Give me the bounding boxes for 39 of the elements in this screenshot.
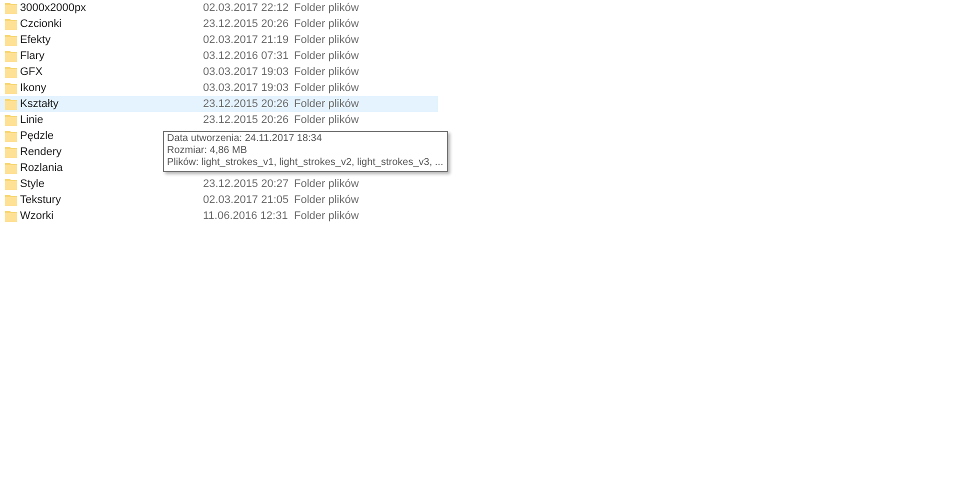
modified-date: 02.03.2017 21:19 [203, 34, 290, 46]
modified-date: 03.03.2017 19:03 [203, 82, 290, 94]
modified-date: 03.03.2017 19:03 [203, 66, 290, 78]
file-name: Flary [20, 50, 44, 62]
tooltip-line: Rozmiar: 4,86 MB [167, 145, 248, 157]
modified-date: 11.06.2016 12:31 [203, 210, 289, 222]
file-name: Wzorki [20, 210, 54, 222]
file-name: Tekstury [20, 194, 61, 206]
file-name: Czcionki [20, 18, 62, 30]
file-type: Folder plików [294, 66, 359, 78]
file-type: Folder plików [294, 114, 359, 126]
file-type: Folder plików [294, 194, 359, 206]
file-type: Folder plików [294, 210, 359, 222]
tooltip-line: Plików: light_strokes_v1, light_strokes_v2, light_strokes_v3, ... [167, 157, 444, 169]
file-name: Linie [20, 114, 44, 126]
file-name: Rendery [20, 146, 62, 158]
modified-date: 23.12.2015 20:26 [203, 98, 290, 110]
file-name: GFX [20, 66, 43, 78]
file-type: Folder plików [294, 82, 359, 94]
file-type: Folder plików [294, 50, 359, 62]
modified-date: 02.03.2017 22:12 [203, 2, 290, 14]
file-type: Folder plików [294, 98, 359, 110]
file-type: Folder plików [294, 2, 359, 14]
file-name: Style [20, 178, 44, 190]
file-type: Folder plików [294, 18, 359, 30]
modified-date: 23.12.2015 20:26 [203, 18, 290, 30]
modified-date: 23.12.2015 20:26 [203, 114, 290, 126]
file-name: 3000x2000px [20, 2, 86, 14]
tooltip-line: Data utworzenia: 24.11.2017 18:34 [167, 133, 323, 145]
modified-date: 23.12.2015 20:27 [203, 178, 290, 190]
file-name: Rozlania [20, 162, 63, 174]
file-name: Ikony [20, 82, 46, 94]
modified-date: 02.03.2017 21:05 [203, 194, 290, 206]
modified-date: 03.12.2016 07:31 [203, 50, 290, 62]
file-type: Folder plików [294, 34, 359, 46]
file-name: Pędzle [20, 130, 54, 142]
file-name: Efekty [20, 34, 51, 46]
file-type: Folder plików [294, 178, 359, 190]
file-name: Kształty [20, 98, 59, 110]
